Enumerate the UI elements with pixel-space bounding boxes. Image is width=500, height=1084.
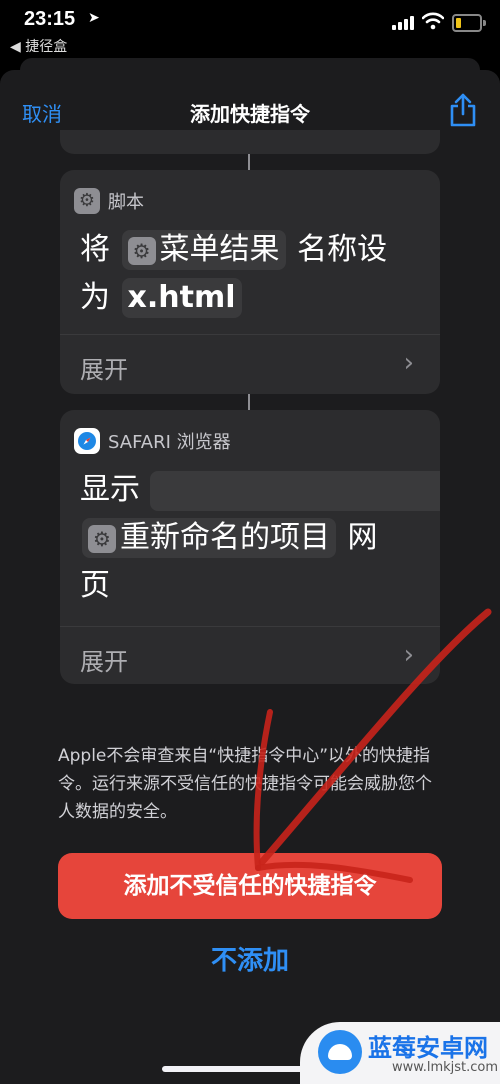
card-header: SAFARI 浏览器 (74, 426, 231, 456)
safari-action-card[interactable]: SAFARI 浏览器 显示 ⚙ 重新命名的项目 网 页 展开 › (60, 410, 440, 684)
card-category: 脚本 (108, 192, 144, 213)
share-icon[interactable] (448, 92, 478, 128)
previous-action-card (60, 130, 440, 154)
text-segment: 页 (80, 568, 110, 603)
card-body: 将 ⚙ 菜单结果 名称设 为 x.html (80, 226, 387, 322)
dont-add-button[interactable]: 不添加 (0, 940, 500, 977)
text-segment: 显示 (80, 472, 140, 507)
watermark-badge: 蓝莓安卓网 www.lmkjst.com (300, 1022, 500, 1084)
status-time: 23:15 (24, 8, 76, 30)
card-header: ⚙ 脚本 (74, 186, 144, 216)
divider (60, 334, 440, 335)
back-to-app-link[interactable]: ◀ 捷径盒 (10, 36, 67, 56)
status-bar: 23:15 ➤ ◀ 捷径盒 (0, 0, 500, 60)
text-segment: 名称设 (297, 232, 388, 267)
location-arrow-icon: ➤ (88, 10, 100, 26)
wifi-icon (422, 12, 444, 30)
card-category: SAFARI 浏览器 (108, 432, 231, 453)
variable-token-label: 菜单结果 (159, 232, 280, 267)
page-title: 添加快捷指令 (190, 102, 310, 126)
action-connector (248, 394, 250, 410)
watermark-logo-icon (318, 1030, 362, 1074)
gear-icon: ⚙ (127, 236, 156, 265)
action-connector (248, 154, 250, 170)
expand-button[interactable]: 展开 (80, 350, 128, 385)
token-continuation (149, 470, 440, 511)
cellular-signal-icon (392, 14, 416, 30)
divider (60, 626, 440, 627)
card-body: 显示 ⚙ 重新命名的项目 网 页 (80, 466, 440, 610)
text-segment: 将 (80, 232, 110, 267)
variable-token[interactable]: ⚙ 菜单结果 (121, 230, 286, 270)
chevron-right-icon[interactable]: › (404, 348, 414, 378)
text-segment: 网 (347, 520, 378, 555)
variable-token-label: 重新命名的项目 (120, 520, 330, 555)
gear-icon: ⚙ (88, 524, 116, 553)
gear-icon: ⚙ (74, 188, 100, 214)
expand-button[interactable]: 展开 (80, 642, 128, 677)
text-segment: 为 (80, 280, 110, 315)
script-action-card[interactable]: ⚙ 脚本 将 ⚙ 菜单结果 名称设 为 x.html 展开 › (60, 170, 440, 394)
value-token[interactable]: x.html (121, 278, 242, 318)
variable-token[interactable]: ⚙ 重新命名的项目 (82, 518, 336, 558)
add-untrusted-shortcut-button[interactable]: 添加不受信任的快捷指令 (58, 853, 442, 919)
watermark-title: 蓝莓安卓网 (368, 1034, 488, 1062)
security-warning: Apple不会审查来自“快捷指令中心”以外的快捷指令。运行来源不受信任的快捷指令… (58, 746, 432, 822)
safari-compass-icon (74, 428, 100, 454)
watermark-url: www.lmkjst.com (392, 1060, 499, 1075)
chevron-right-icon[interactable]: › (404, 640, 414, 670)
battery-icon (452, 14, 486, 32)
